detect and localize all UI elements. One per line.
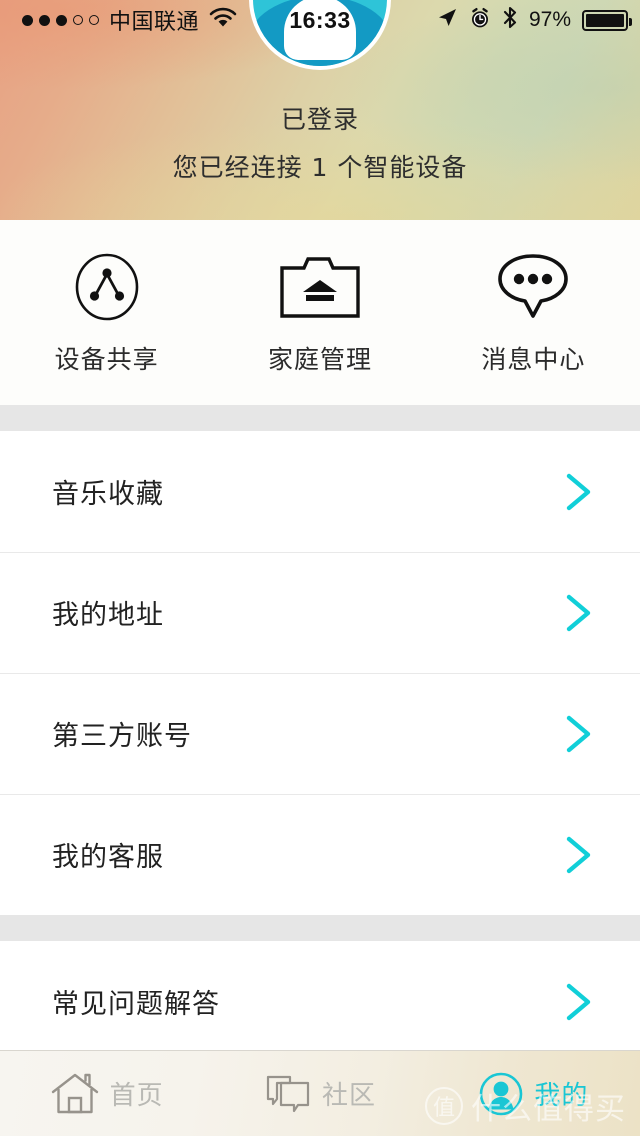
battery-fill <box>586 13 624 27</box>
settings-list-group-help: 常见问题解答 <box>0 941 640 1062</box>
tab-label: 首页 <box>109 1081 164 1111</box>
login-status-text: 已登录 <box>280 105 359 134</box>
quick-action-family-management[interactable]: 家庭管理 <box>213 250 426 376</box>
community-chat-icon <box>264 1071 312 1117</box>
list-item-my-address[interactable]: 我的地址 <box>0 552 640 673</box>
chevron-right-icon <box>562 979 596 1025</box>
section-divider <box>0 405 640 431</box>
profile-person-icon <box>478 1071 524 1117</box>
tab-label: 我的 <box>534 1081 589 1111</box>
quick-action-label: 家庭管理 <box>267 344 372 374</box>
profile-header: 中国联通 16:33 97% 已登录 您已经连接 1 个智能设备 <box>0 0 640 220</box>
tab-community[interactable]: 社区 <box>213 1071 426 1117</box>
battery-icon <box>582 9 632 31</box>
quick-actions-row: 设备共享 家庭管理 消息中心 <box>0 220 640 405</box>
home-icon <box>50 1071 100 1117</box>
quick-action-device-share[interactable]: 设备共享 <box>0 250 213 376</box>
list-item-customer-service[interactable]: 我的客服 <box>0 794 640 915</box>
section-divider <box>0 915 640 941</box>
list-item-third-party-account[interactable]: 第三方账号 <box>0 673 640 794</box>
list-item-label: 我的地址 <box>52 600 164 631</box>
list-item-label: 我的客服 <box>52 842 164 873</box>
quick-action-label: 设备共享 <box>54 344 159 374</box>
device-share-icon <box>71 250 143 324</box>
tab-profile[interactable]: 我的 <box>427 1071 640 1117</box>
chevron-right-icon <box>562 711 596 757</box>
settings-list-group-primary: 音乐收藏 我的地址 第三方账号 我的客服 <box>0 431 640 915</box>
app-root: 中国联通 16:33 97% 已登录 您已经连接 1 个智能设备 设备共享 家庭… <box>0 0 640 1136</box>
chevron-right-icon <box>562 832 596 878</box>
status-bar: 中国联通 16:33 97% <box>0 0 640 40</box>
list-item-label: 音乐收藏 <box>52 479 164 510</box>
quick-action-message-center[interactable]: 消息中心 <box>427 250 640 376</box>
tab-label: 社区 <box>321 1081 376 1111</box>
message-bubble-icon <box>494 250 572 324</box>
device-summary-text: 您已经连接 1 个智能设备 <box>172 153 468 182</box>
family-home-icon <box>277 250 363 324</box>
list-item-label: 常见问题解答 <box>52 989 220 1020</box>
status-bar-clock: 16:33 <box>289 6 351 33</box>
chevron-right-icon <box>562 469 596 515</box>
header-text-block: 已登录 您已经连接 1 个智能设备 <box>0 100 640 184</box>
quick-action-label: 消息中心 <box>481 344 586 374</box>
tab-home[interactable]: 首页 <box>0 1071 213 1117</box>
list-item-label: 第三方账号 <box>52 721 192 752</box>
list-item-music-collection[interactable]: 音乐收藏 <box>0 431 640 552</box>
list-item-faq[interactable]: 常见问题解答 <box>0 941 640 1062</box>
chevron-right-icon <box>562 590 596 636</box>
bottom-tab-bar: 首页 社区 我的 <box>0 1050 640 1136</box>
